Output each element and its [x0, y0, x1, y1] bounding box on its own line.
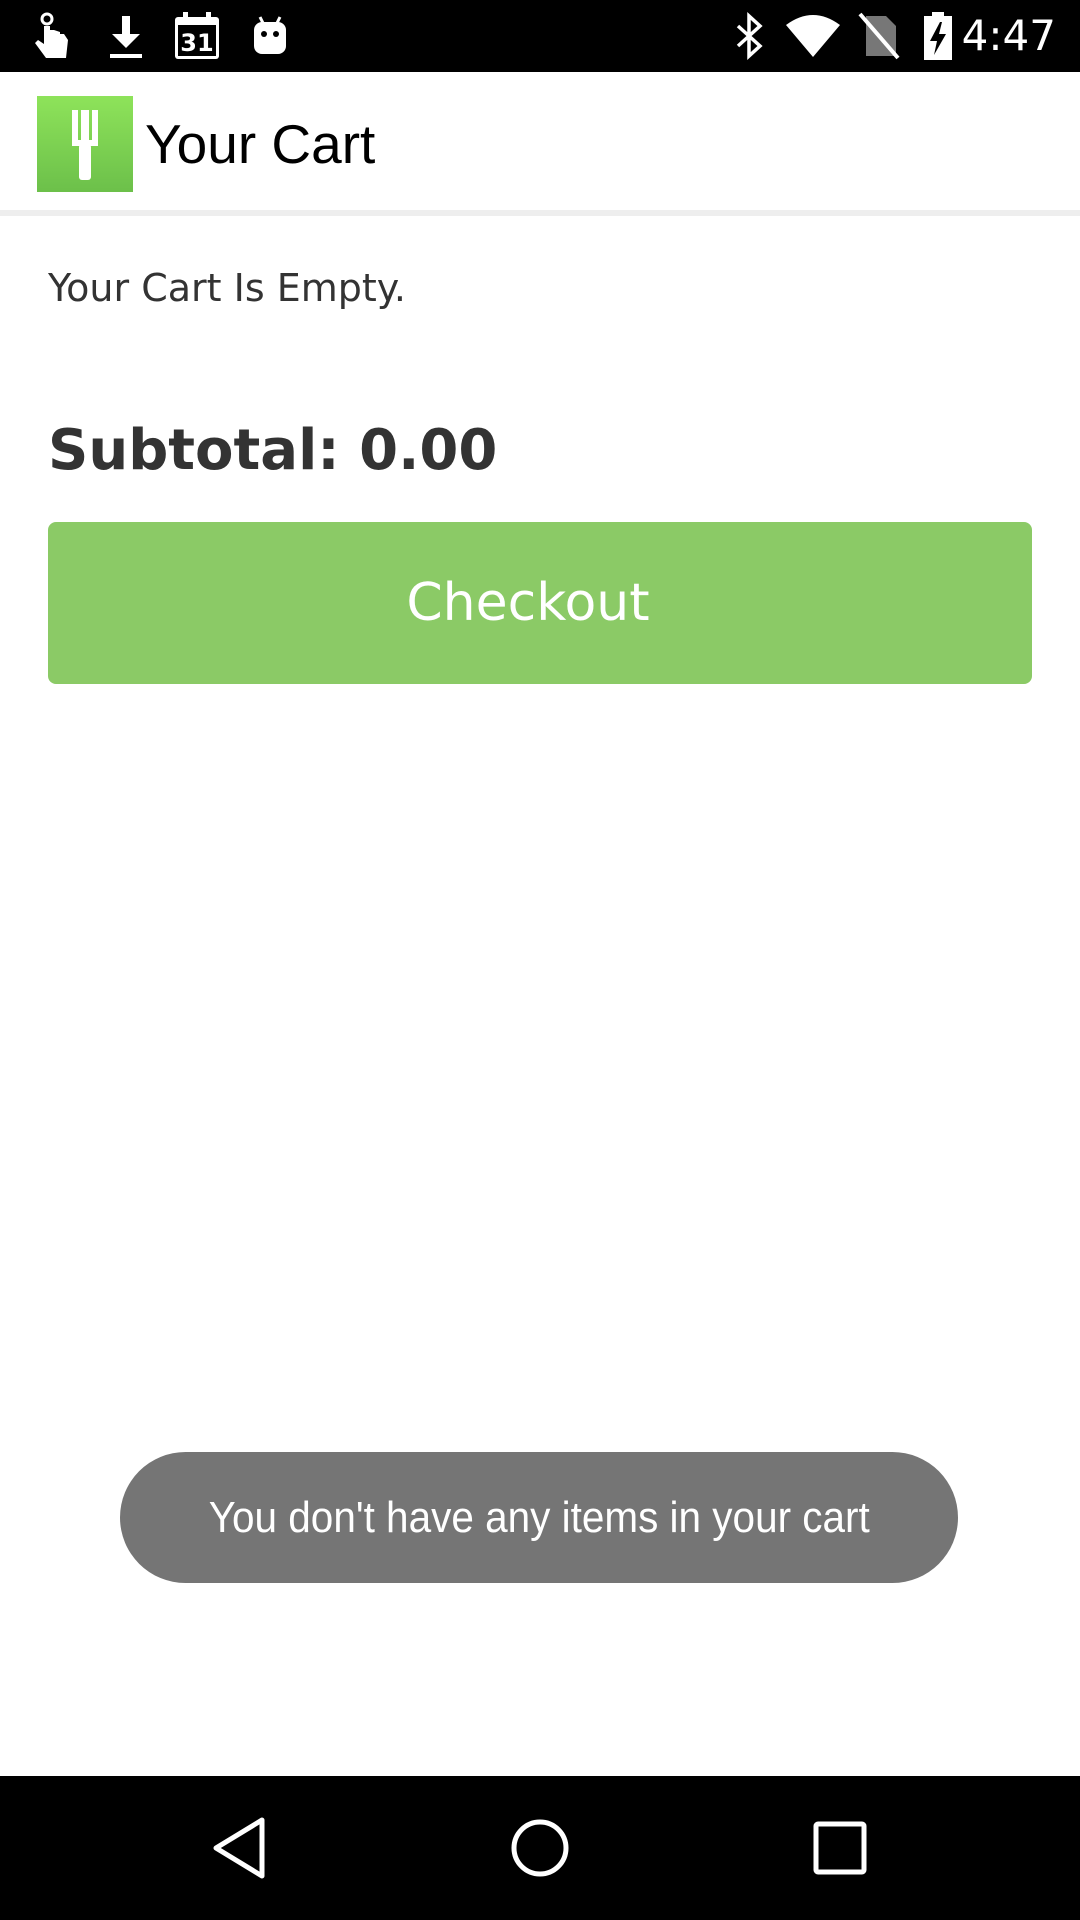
subtotal-label: Subtotal: 0.00 [48, 418, 498, 483]
no-sim-icon [856, 10, 902, 62]
toast: You don't have any items in your cart [120, 1452, 958, 1583]
hand-notification-icon [28, 10, 76, 62]
home-icon [511, 1819, 569, 1877]
checkout-button[interactable]: Checkout [48, 522, 1032, 684]
calendar-icon: 31 [172, 10, 222, 62]
app-logo [37, 96, 133, 192]
page-title: Your Cart [145, 113, 376, 175]
recents-button[interactable] [790, 1798, 890, 1898]
home-button[interactable] [490, 1798, 590, 1898]
recents-icon [813, 1821, 867, 1875]
app-toolbar: Your Cart [0, 72, 1080, 216]
fork-icon [72, 110, 98, 180]
back-icon [213, 1817, 265, 1879]
back-button[interactable] [190, 1798, 290, 1898]
bluetooth-icon [730, 10, 770, 62]
android-icon [250, 10, 290, 62]
status-time: 4:47 [961, 11, 1056, 60]
svg-text:31: 31 [180, 29, 213, 57]
battery-charging-icon [918, 10, 958, 62]
toast-message: You don't have any items in your cart [208, 1492, 870, 1542]
wifi-icon [782, 10, 844, 62]
navigation-bar [0, 1776, 1080, 1920]
checkout-button-label: Checkout [406, 573, 650, 633]
download-icon [104, 10, 148, 62]
status-bar: 31 4:47 [0, 0, 1080, 72]
empty-cart-message: Your Cart Is Empty. [48, 266, 406, 310]
